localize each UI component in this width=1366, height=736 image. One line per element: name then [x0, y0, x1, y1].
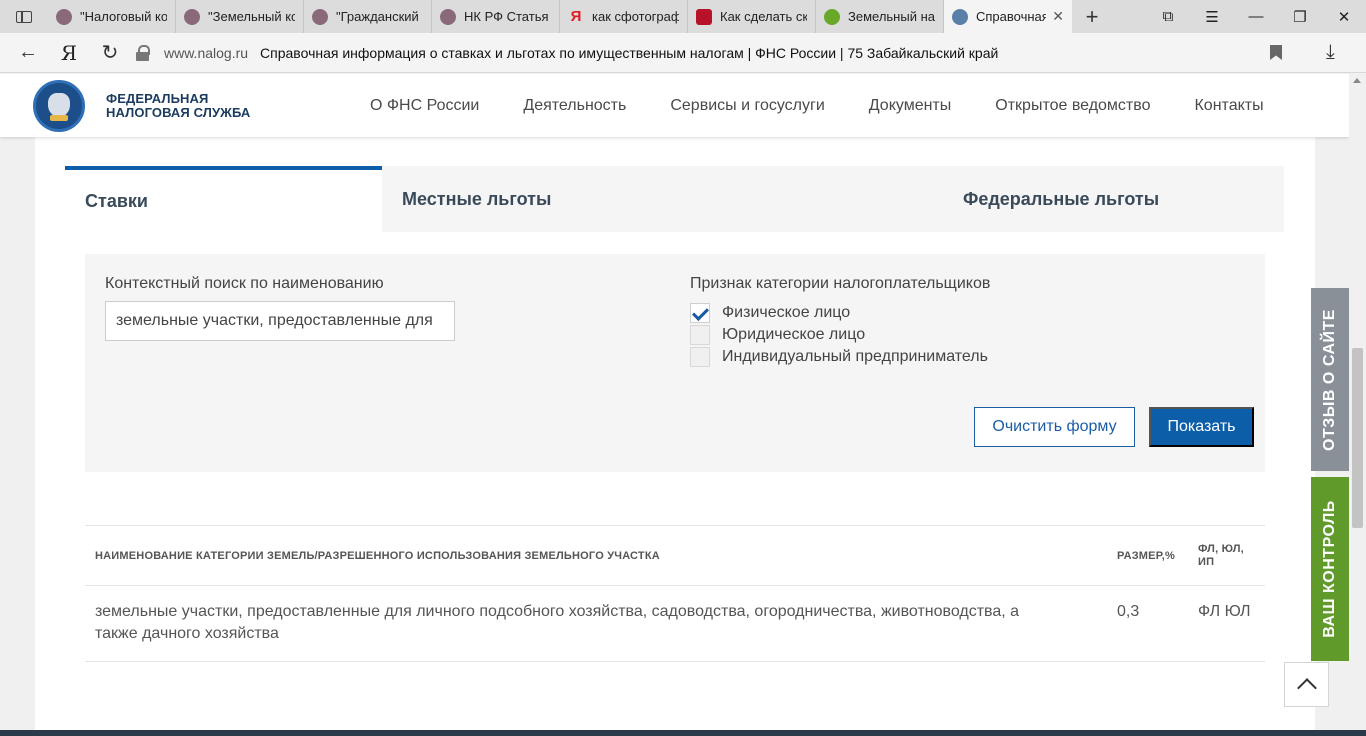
window-controls: ⧉ ☰ — ❐ ✕ — [1146, 0, 1366, 33]
filter-form: Контекстный поиск по наименованию Призна… — [85, 254, 1265, 472]
scroll-up-icon[interactable] — [1353, 78, 1361, 83]
url-domain: www.nalog.ru — [164, 45, 249, 61]
yandex-logo-icon[interactable]: Я — [48, 41, 90, 65]
search-label: Контекстный поиск по наименованию — [105, 275, 384, 292]
tab-local-benefits[interactable]: Местные льготы — [382, 166, 943, 232]
option-legal-entity[interactable]: Юридическое лицо — [690, 325, 865, 345]
tabs-panel-button[interactable] — [0, 0, 48, 33]
page-scrollbar[interactable] — [1349, 74, 1366, 730]
search-input[interactable] — [105, 301, 455, 341]
lock-icon — [136, 45, 150, 61]
site-favicon-icon — [312, 8, 328, 25]
browser-tab[interactable]: Земельный налог — [816, 0, 944, 33]
table-header: НАИМЕНОВАНИЕ КАТЕГОРИИ ЗЕМЕЛЬ/РАЗРЕШЕННО… — [85, 525, 1265, 586]
checkbox[interactable] — [690, 347, 710, 367]
clear-form-button[interactable]: Очистить форму — [974, 407, 1135, 447]
browser-tab-active[interactable]: Справочная ✕ — [944, 0, 1072, 33]
results-table: НАИМЕНОВАНИЕ КАТЕГОРИИ ЗЕМЕЛЬ/РАЗРЕШЕННО… — [85, 525, 1265, 662]
info-tabs: Ставки Местные льготы Федеральные льготы — [65, 166, 1284, 232]
browser-tab[interactable]: "Земельный кодекс — [176, 0, 304, 33]
checkbox-checked[interactable] — [690, 303, 710, 323]
page-viewport: ФЕДЕРАЛЬНАЯ НАЛОГОВАЯ СЛУЖБА О ФНС Росси… — [0, 74, 1349, 730]
browser-tabstrip: "Налоговый кодекс "Земельный кодекс "Гра… — [0, 0, 1366, 33]
column-header-payer: ФЛ, ЮЛ, ИП — [1198, 543, 1244, 568]
url-page-title: Справочная информация о ставках и льгота… — [260, 45, 999, 61]
site-favicon-icon — [184, 8, 200, 25]
site-favicon-icon — [56, 8, 72, 25]
nav-services[interactable]: Сервисы и госуслуги — [670, 97, 824, 115]
nav-contacts[interactable]: Контакты — [1194, 97, 1263, 115]
download-icon[interactable]: ⤓ — [1326, 41, 1335, 64]
site-feedback-button[interactable]: ОТЗЫВ О САЙТЕ — [1311, 288, 1349, 471]
tabs-panel-icon — [16, 10, 32, 23]
table-row: земельные участки, предоставленные для л… — [85, 586, 1265, 662]
minimize-icon[interactable]: — — [1234, 0, 1278, 33]
address-bar: ← Я ↻ www.nalog.ru Справочная информация… — [0, 33, 1366, 73]
nav-activity[interactable]: Деятельность — [523, 97, 626, 115]
your-control-button[interactable]: ВАШ КОНТРОЛЬ — [1311, 477, 1349, 661]
back-button[interactable]: ← — [8, 41, 48, 64]
nav-documents[interactable]: Документы — [869, 97, 951, 115]
collections-icon[interactable]: ⧉ — [1146, 0, 1190, 33]
url-field[interactable]: www.nalog.ru Справочная информация о ста… — [136, 38, 1296, 68]
option-entrepreneur[interactable]: Индивидуальный предприниматель — [690, 347, 988, 367]
os-taskbar — [0, 730, 1366, 736]
tab-rates[interactable]: Ставки — [65, 166, 382, 232]
restore-icon[interactable]: ❐ — [1278, 0, 1322, 33]
row-name-cell: земельные участки, предоставленные для л… — [95, 603, 1020, 642]
column-header-name: НАИМЕНОВАНИЕ КАТЕГОРИИ ЗЕМЕЛЬ/РАЗРЕШЕННО… — [95, 550, 660, 562]
yandex-favicon-icon: Я — [570, 8, 582, 25]
close-window-icon[interactable]: ✕ — [1322, 0, 1366, 33]
site-logo-text[interactable]: ФЕДЕРАЛЬНАЯ НАЛОГОВАЯ СЛУЖБА — [106, 92, 250, 120]
browser-tab[interactable]: Я как сфотографировать — [560, 0, 688, 33]
nav-open-agency[interactable]: Открытое ведомство — [995, 97, 1150, 115]
tab-federal-benefits[interactable]: Федеральные льготы — [943, 166, 1284, 232]
nav-about[interactable]: О ФНС России — [370, 97, 479, 115]
scrollbar-thumb[interactable] — [1352, 348, 1363, 528]
fns-emblem-icon[interactable] — [33, 80, 85, 132]
fns-favicon-icon — [952, 8, 968, 25]
category-label: Признак категории налогоплательщиков — [690, 275, 991, 292]
browser-tab[interactable]: Как сделать скриншот — [688, 0, 816, 33]
browser-tab[interactable]: "Налоговый кодекс — [48, 0, 176, 33]
browser-tab[interactable]: "Гражданский кодекс — [304, 0, 432, 33]
close-tab-icon[interactable]: ✕ — [1046, 8, 1064, 25]
row-rate-cell: 0,3 — [1117, 603, 1140, 620]
browser-tab[interactable]: НК РФ Статья 394 — [432, 0, 560, 33]
site-favicon-icon — [440, 8, 456, 25]
show-button[interactable]: Показать — [1149, 407, 1254, 447]
new-tab-button[interactable]: + — [1072, 0, 1112, 33]
option-individual[interactable]: Физическое лицо — [690, 303, 850, 323]
menu-icon[interactable]: ☰ — [1190, 0, 1234, 33]
reload-button[interactable]: ↻ — [90, 40, 130, 65]
main-nav: О ФНС России Деятельность Сервисы и госу… — [370, 74, 1264, 137]
column-header-rate: РАЗМЕР,% — [1117, 550, 1175, 562]
site-favicon-icon — [824, 8, 840, 25]
site-favicon-icon — [696, 8, 712, 25]
scroll-to-top-button[interactable] — [1284, 662, 1329, 707]
checkbox[interactable] — [690, 325, 710, 345]
row-payer-cell: ФЛ ЮЛ — [1198, 603, 1251, 620]
site-header: ФЕДЕРАЛЬНАЯ НАЛОГОВАЯ СЛУЖБА О ФНС Росси… — [0, 74, 1349, 137]
